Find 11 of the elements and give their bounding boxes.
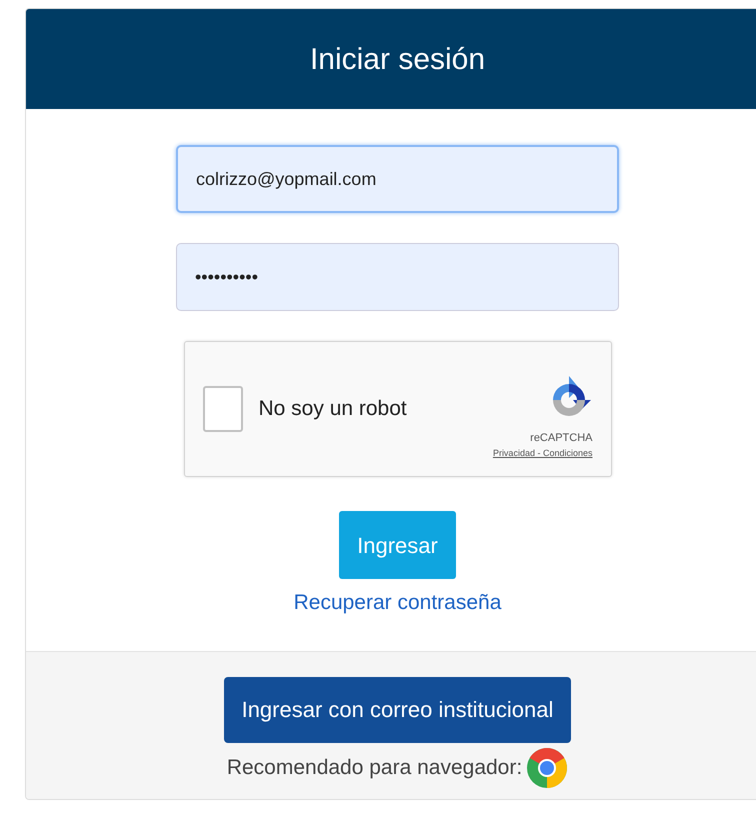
- captcha-label: No soy un robot: [258, 396, 407, 422]
- institutional-login-button[interactable]: Ingresar con correo institucional: [224, 676, 572, 742]
- email-field[interactable]: colrizzo@yopmail.com: [176, 145, 619, 213]
- captcha-links[interactable]: Privacidad - Condiciones: [492, 446, 592, 460]
- captcha-brand: reCAPTCHA: [530, 431, 592, 446]
- captcha-checkbox[interactable]: [202, 386, 242, 432]
- password-field[interactable]: ••••••••••: [176, 243, 619, 311]
- recover-password-link[interactable]: Recuperar contraseña: [294, 587, 502, 618]
- browser-icon: [526, 746, 568, 788]
- browser-note: Recomendado para navegador:: [226, 754, 522, 781]
- login-title: Iniciar sesión: [310, 42, 486, 78]
